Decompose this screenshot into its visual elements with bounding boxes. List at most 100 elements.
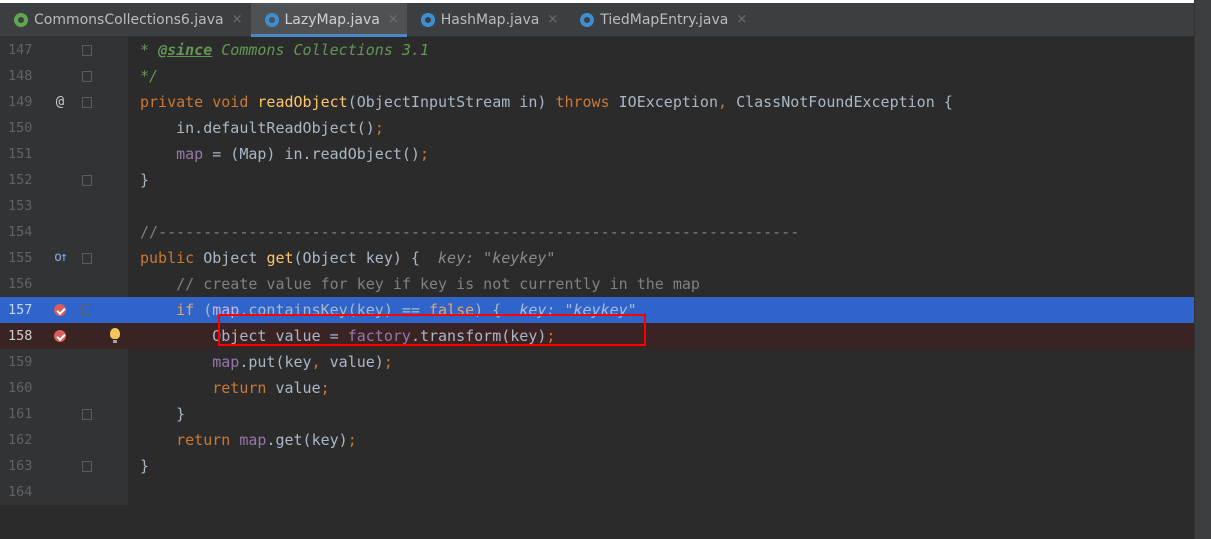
gutter[interactable]: 160 bbox=[0, 375, 128, 401]
tab-hashmap[interactable]: HashMap.java × bbox=[407, 3, 567, 36]
code-text: */ bbox=[140, 63, 158, 89]
code-line[interactable]: 159 map.put(key, value); bbox=[0, 349, 1195, 375]
line-number: 158 bbox=[8, 328, 33, 344]
gutter[interactable]: 157 bbox=[0, 297, 128, 323]
gutter[interactable]: 155 o↑ bbox=[0, 245, 128, 271]
code-token: ( bbox=[203, 301, 213, 319]
line-number: 149 bbox=[8, 94, 33, 110]
gutter[interactable]: 164 bbox=[0, 479, 128, 505]
code-line[interactable]: 155 o↑ public Object get(Object key) { key… bbox=[0, 245, 1195, 271]
code-token: .get(key) bbox=[266, 431, 348, 449]
fold-icon[interactable] bbox=[82, 305, 92, 316]
code-token: key: "keykey" bbox=[438, 249, 556, 267]
code-token: Object bbox=[203, 249, 267, 267]
gutter[interactable]: 147 bbox=[0, 37, 128, 63]
code-token: ClassNotFoundException { bbox=[736, 93, 953, 111]
tab-tiedmapentry[interactable]: TiedMapEntry.java × bbox=[566, 3, 755, 36]
code-line[interactable]: 150 in.defaultReadObject(); bbox=[0, 115, 1195, 141]
vertical-scrollbar[interactable] bbox=[1194, 0, 1211, 539]
code-line[interactable]: 161 } bbox=[0, 401, 1195, 427]
code-token: Commons Collections 3.1 bbox=[212, 41, 429, 59]
tab-commonscollections6[interactable]: CommonsCollections6.java × bbox=[0, 3, 251, 36]
fold-icon[interactable] bbox=[82, 71, 92, 82]
java-class-icon bbox=[420, 12, 435, 27]
breakpoint-icon[interactable] bbox=[54, 304, 66, 316]
code-token: ; bbox=[383, 353, 393, 371]
gutter[interactable]: 153 bbox=[0, 193, 128, 219]
gutter[interactable]: 162 bbox=[0, 427, 128, 453]
line-number: 164 bbox=[8, 484, 33, 500]
fold-icon[interactable] bbox=[82, 175, 92, 186]
fold-icon[interactable] bbox=[82, 97, 92, 108]
code-token: //--------------------------------------… bbox=[140, 223, 800, 241]
code-line[interactable]: 151 map = (Map) in.readObject(); bbox=[0, 141, 1195, 167]
gutter[interactable]: 148 bbox=[0, 63, 128, 89]
gutter[interactable]: 158 bbox=[0, 323, 128, 349]
code-line[interactable]: 149 @ private void readObject(ObjectInputS… bbox=[0, 89, 1195, 115]
code-token: // create value for key if key is not cu… bbox=[140, 275, 700, 293]
code-text: * @since Commons Collections 3.1 bbox=[140, 37, 429, 63]
java-class-icon bbox=[580, 12, 595, 27]
code-token: IOException bbox=[618, 93, 718, 111]
code-line[interactable]: 152} bbox=[0, 167, 1195, 193]
gutter[interactable]: 159 bbox=[0, 349, 128, 375]
code-text: return map.get(key); bbox=[140, 427, 357, 453]
override-marker-icon[interactable]: @ bbox=[52, 89, 68, 115]
code-line[interactable]: 163} bbox=[0, 453, 1195, 479]
code-token: value) bbox=[329, 353, 384, 371]
close-icon[interactable]: × bbox=[547, 12, 558, 27]
tab-lazymap[interactable]: LazyMap.java × bbox=[250, 3, 408, 37]
lightbulb-icon[interactable] bbox=[110, 328, 120, 343]
code-token: map bbox=[140, 145, 204, 163]
gutter[interactable]: 150 bbox=[0, 115, 128, 141]
fold-icon[interactable] bbox=[82, 461, 92, 472]
code-text: //--------------------------------------… bbox=[140, 219, 799, 245]
code-text: return value; bbox=[140, 375, 329, 401]
implements-marker-icon[interactable]: o↑ bbox=[52, 245, 68, 271]
code-line[interactable]: 147 * @since Commons Collections 3.1 bbox=[0, 37, 1195, 63]
code-token: (ObjectInputStream in) bbox=[347, 93, 556, 111]
code-token: if bbox=[140, 301, 204, 319]
fold-icon[interactable] bbox=[82, 45, 92, 56]
close-icon[interactable]: × bbox=[388, 12, 399, 27]
code-text: private void readObject(ObjectInputStrea… bbox=[140, 89, 953, 115]
line-number: 160 bbox=[8, 380, 33, 396]
gutter[interactable]: 163 bbox=[0, 453, 128, 479]
code-editor[interactable]: 147 * @since Commons Collections 3.1 148 */… bbox=[0, 37, 1195, 539]
fold-icon[interactable] bbox=[82, 253, 92, 264]
gutter[interactable]: 152 bbox=[0, 167, 128, 193]
code-line[interactable]: 162 return map.get(key); bbox=[0, 427, 1195, 453]
fold-icon[interactable] bbox=[82, 409, 92, 420]
code-token: return bbox=[140, 379, 276, 397]
gutter[interactable]: 156 bbox=[0, 271, 128, 297]
gutter[interactable]: 151 bbox=[0, 141, 128, 167]
line-number: 153 bbox=[8, 198, 33, 214]
code-token: */ bbox=[140, 67, 159, 85]
line-number: 156 bbox=[8, 276, 33, 292]
code-line[interactable]: 154 //-----------------------------------… bbox=[0, 219, 1195, 245]
line-number: 157 bbox=[8, 302, 33, 318]
code-line[interactable]: 156 // create value for key if key is no… bbox=[0, 271, 1195, 297]
gutter[interactable]: 149 @ bbox=[0, 89, 128, 115]
gutter[interactable]: 154 bbox=[0, 219, 128, 245]
line-number: 152 bbox=[8, 172, 33, 188]
close-icon[interactable]: × bbox=[736, 12, 747, 27]
code-token: (Object key) { bbox=[293, 249, 439, 267]
code-text: map = (Map) in.readObject(); bbox=[140, 141, 429, 167]
code-token: return bbox=[140, 431, 240, 449]
java-file-icon bbox=[14, 12, 28, 27]
code-token: = (Map) in.readObject() bbox=[203, 145, 420, 163]
code-token: value bbox=[275, 379, 321, 397]
line-number: 147 bbox=[8, 42, 33, 58]
close-icon[interactable]: × bbox=[232, 12, 243, 27]
code-line[interactable]: 164 bbox=[0, 479, 1195, 505]
code-line[interactable]: 153 bbox=[0, 193, 1195, 219]
breakpoint-icon[interactable] bbox=[54, 330, 66, 342]
code-line[interactable]: 160 return value; bbox=[0, 375, 1195, 401]
code-token: } bbox=[140, 171, 150, 189]
line-number: 148 bbox=[8, 68, 33, 84]
code-token: } bbox=[140, 405, 186, 423]
gutter[interactable]: 161 bbox=[0, 401, 128, 427]
line-number: 150 bbox=[8, 120, 33, 136]
code-line[interactable]: 148 */ bbox=[0, 63, 1195, 89]
